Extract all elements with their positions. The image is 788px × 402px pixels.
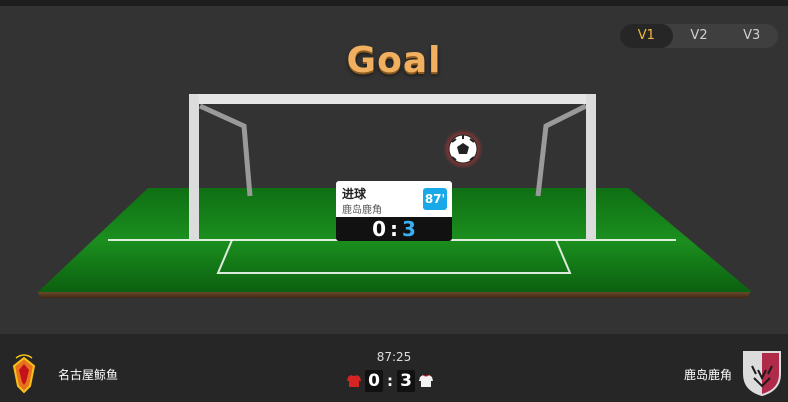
pitch-soil-edge (38, 292, 750, 298)
event-away-score: 3 (402, 217, 416, 241)
away-score: 3 (397, 370, 415, 392)
goal-left-post (189, 94, 199, 240)
event-home-score: 0 (372, 217, 386, 241)
score-separator: : (387, 372, 393, 390)
match-clock: 87:25 (376, 350, 412, 364)
match-info-bar: 名古屋鲸鱼 87:25 0 : 3 鹿岛鹿角 (0, 334, 788, 402)
away-team-name: 鹿岛鹿角 (683, 368, 732, 382)
goal-right-post (586, 94, 596, 240)
event-minute-badge: 87' (423, 188, 447, 210)
home-team-name: 名古屋鲸鱼 (58, 368, 119, 382)
red-jersey-icon (347, 375, 361, 387)
event-title: Goal (346, 40, 442, 81)
event-score-separator: : (390, 217, 398, 241)
goal-back-right (535, 103, 588, 197)
home-score: 0 (365, 370, 383, 392)
event-type-label: 进球 (342, 187, 367, 201)
white-jersey-icon (419, 374, 433, 387)
event-team-name: 鹿岛鹿角 (342, 205, 382, 216)
goal-back-left (198, 103, 253, 197)
scoreboard: 0 : 3 (346, 370, 434, 392)
kashima-antlers-logo (743, 351, 781, 396)
goal-event-card: 进球 鹿岛鹿角 87' 0:3 (336, 181, 452, 243)
event-score: 0:3 (336, 217, 452, 241)
goal-crossbar (189, 94, 596, 104)
soccer-ball-icon (448, 134, 478, 164)
